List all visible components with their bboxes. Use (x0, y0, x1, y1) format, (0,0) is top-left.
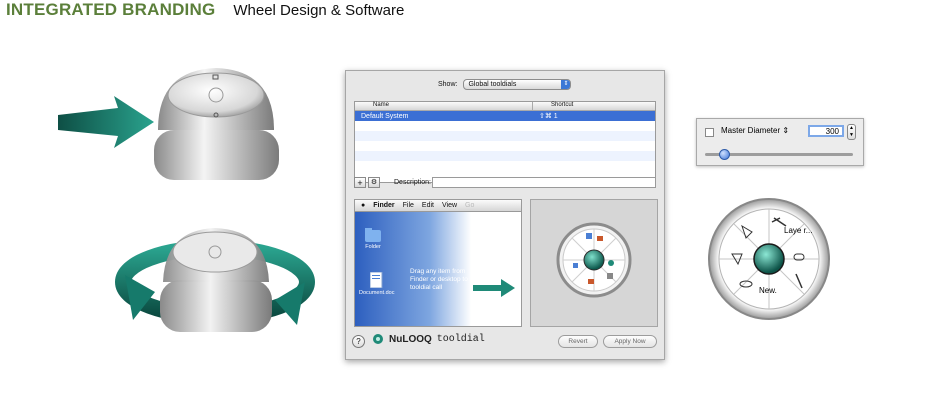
folder-icon (365, 228, 381, 242)
knob-top (167, 72, 265, 118)
table-row-empty (355, 141, 655, 151)
knob-base (154, 130, 279, 180)
description-field[interactable] (432, 177, 656, 188)
master-diameter-panel: Master Diameter ⇕ 300 ▲ ▼ (696, 118, 864, 166)
column-header-name[interactable]: Name (355, 102, 533, 110)
device-knob-press (58, 68, 279, 180)
tooldial-small-wheel (556, 222, 632, 298)
table-row[interactable]: Default System ⇧⌘ 1 (355, 111, 655, 121)
document-icon (369, 271, 383, 289)
nulooq-logo: NuLOOQ tooldial (372, 333, 485, 345)
wheel-hub[interactable] (753, 243, 785, 275)
apple-icon: ● (361, 202, 366, 209)
knob2-base (160, 280, 272, 332)
menu-file: File (402, 202, 414, 209)
master-diameter-checkbox[interactable] (705, 128, 714, 137)
header-subtitle: Wheel Design & Software (233, 2, 405, 19)
tooldial-prefs-window: Show: Global tooldials ⇕ Name Shortcut D… (345, 70, 665, 360)
table-row-empty (355, 161, 655, 171)
brand-product: tooldial (436, 333, 485, 345)
finder-preview: ● Finder File Edit View Go Folder Docume… (354, 199, 522, 327)
header-title: INTEGRATED BRANDING (6, 0, 216, 19)
column-header-shortcut[interactable]: Shortcut (533, 102, 573, 110)
drag-arrow-icon (473, 279, 515, 297)
page-header: INTEGRATED BRANDING Wheel Design & Softw… (6, 0, 404, 24)
table-row-empty (355, 131, 655, 141)
tooldials-table: Name Shortcut Default System ⇧⌘ 1 (354, 101, 656, 183)
wheel-label-layer[interactable]: Laye r... (784, 226, 812, 235)
finder-menubar: ● Finder File Edit View Go (355, 200, 521, 212)
brand-name: NuLOOQ (389, 333, 432, 345)
help-button[interactable]: ? (352, 335, 365, 348)
wheel-label-new[interactable]: New. (759, 286, 777, 295)
popup-arrows-icon: ⇕ (561, 80, 571, 89)
gear-menu-button[interactable]: ⚙ (368, 177, 380, 188)
menu-finder: Finder (373, 202, 395, 209)
nulooq-logo-icon (373, 334, 383, 344)
folder-item: Folder (365, 228, 381, 250)
device-knob-rotate (115, 228, 315, 332)
diameter-value-field[interactable]: 300 (808, 125, 844, 137)
rotate-arrow-right-icon (275, 282, 305, 325)
menu-view: View (441, 202, 458, 209)
cell-shortcut: ⇧⌘ 1 (539, 113, 558, 120)
knob2-top (172, 231, 258, 273)
drag-hint: Drag any item from Finder or desktop to … (410, 268, 468, 291)
show-row: Show: Global tooldials ⇕ (438, 79, 572, 90)
show-popup-value: Global tooldials (468, 81, 517, 88)
tooldial-preview (530, 199, 658, 327)
table-row-empty (355, 151, 655, 161)
document-label: Document.doc (359, 290, 395, 296)
document-item: Document.doc (359, 271, 395, 296)
cell-name: Default System (361, 112, 409, 120)
description-label: Description: (394, 179, 431, 186)
table-header: Name Shortcut (355, 102, 655, 111)
folder-label: Folder (365, 244, 381, 250)
tooldial-large-wheel: Laye r... New. (708, 198, 830, 320)
show-label: Show: (438, 81, 458, 88)
press-arrow-icon (58, 96, 154, 148)
show-popup[interactable]: Global tooldials ⇕ (463, 79, 572, 90)
revert-button[interactable]: Revert (558, 335, 598, 348)
add-button[interactable]: + (354, 177, 366, 188)
menu-go: Go (465, 202, 475, 209)
diameter-stepper[interactable]: ▲ ▼ (847, 124, 856, 140)
menu-edit: Edit (421, 202, 434, 209)
apply-now-button[interactable]: Apply Now (603, 335, 657, 348)
table-row-empty (355, 121, 655, 131)
diameter-slider-knob[interactable] (718, 149, 730, 160)
master-diameter-label: Master Diameter ⇕ (721, 126, 790, 135)
